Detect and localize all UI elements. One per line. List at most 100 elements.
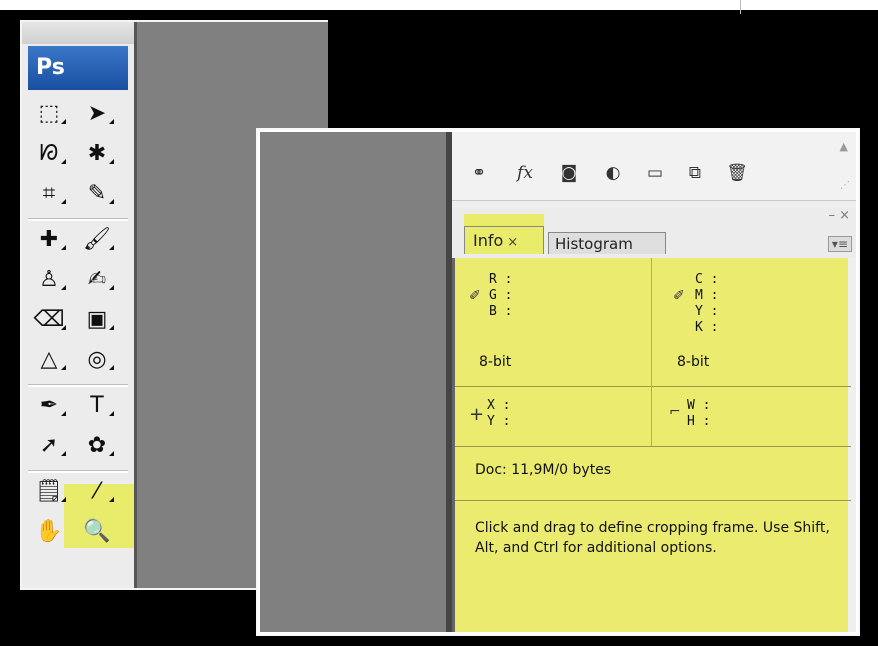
blur-tool-icon[interactable]: △ — [30, 342, 68, 376]
flyout-indicator — [109, 451, 114, 456]
eyedropper-cmyk-icon: ✐ — [673, 288, 685, 304]
eyedropper-rgb-icon: ✐ — [469, 288, 481, 304]
top-divider — [740, 0, 741, 14]
new-layer-icon[interactable]: ⧉ — [680, 162, 710, 184]
flyout-indicator — [61, 119, 66, 124]
pen-tool-icon[interactable]: ✒ — [30, 388, 68, 422]
close-icon[interactable]: × — [507, 235, 518, 250]
info-panel-header: Info × Histogram – × ▾≡ — [452, 208, 856, 258]
custom-shape-tool-icon[interactable]: ✿ — [78, 428, 116, 462]
flyout-indicator — [109, 199, 114, 204]
brush-tool-icon[interactable]: 🖌 — [78, 222, 116, 256]
doc-size-status: Doc: 11,9M/0 bytes — [475, 462, 612, 478]
hand-tool-icon[interactable]: ✋ — [30, 514, 68, 548]
crop-tool-icon[interactable]: ⌗ — [30, 176, 68, 210]
flyout-indicator — [109, 119, 114, 124]
info-panel-body: ✐ R : G : B : 8-bit ✐ C : M : Y : K : 8-… — [452, 258, 851, 632]
type-tool-icon[interactable]: T — [78, 388, 116, 422]
panel-dock: ▲ ⚭ fx ◙ ◐ ▭ ⧉ 🗑 ⋰ Info × Histogram – × ▾≡ ✐ R … — [452, 132, 856, 632]
eyedropper-tool-glyph: ⁄ — [95, 478, 99, 504]
tool-separator — [28, 470, 128, 473]
flyout-indicator — [109, 159, 114, 164]
notes-tool-icon[interactable]: 🗒 — [30, 474, 68, 508]
new-group-icon[interactable]: ▭ — [640, 162, 670, 184]
gradient-tool-icon[interactable]: ▣ — [78, 302, 116, 336]
blur-tool-glyph: △ — [40, 346, 58, 372]
window-controls[interactable]: – × — [828, 208, 850, 223]
slice-tool-glyph: ✎ — [87, 180, 107, 206]
flyout-indicator — [61, 497, 66, 502]
eyedropper-tool-icon[interactable]: ⁄ — [78, 474, 116, 508]
m-label: M : — [695, 288, 719, 303]
clone-stamp-tool-glyph: ♙ — [39, 266, 59, 292]
flyout-indicator — [61, 365, 66, 370]
path-selection-tool-glyph: ➚ — [39, 432, 59, 458]
magic-wand-tool-icon[interactable]: ✱ — [78, 136, 116, 170]
y-label: Y : — [695, 304, 719, 319]
w-label: W : — [687, 398, 711, 413]
divider — [651, 386, 652, 446]
layer-mask-icon[interactable]: ◙ — [554, 162, 584, 184]
flyout-indicator — [61, 325, 66, 330]
hand-tool-glyph: ✋ — [35, 518, 63, 544]
zoom-tool-icon[interactable]: 🔍 — [78, 514, 116, 548]
path-selection-tool-icon[interactable]: ➚ — [30, 428, 68, 462]
flyout-indicator — [109, 497, 114, 502]
move-tool-icon[interactable]: ➤ — [78, 96, 116, 130]
flyout-indicator — [61, 159, 66, 164]
type-tool-glyph: T — [90, 392, 104, 418]
tool-hint: Click and drag to define cropping frame.… — [475, 520, 830, 556]
move-tool-glyph: ➤ — [87, 100, 107, 126]
document-canvas-2[interactable] — [260, 132, 452, 632]
panel-menu-icon[interactable]: ▾≡ — [827, 236, 852, 252]
h-label: H : — [687, 414, 711, 429]
trash-icon[interactable]: 🗑 — [722, 162, 752, 184]
notes-tool-glyph: 🗒 — [35, 478, 63, 504]
tab-info-label: Info — [473, 231, 504, 250]
link-layers-icon[interactable]: ⚭ — [464, 162, 494, 184]
flyout-indicator — [109, 325, 114, 330]
r-label: R : — [489, 272, 513, 287]
crop-tool-glyph: ⌗ — [42, 180, 56, 206]
marquee-tool-icon[interactable]: ⬚ — [30, 96, 68, 130]
eraser-tool-icon[interactable]: ⌫ — [30, 302, 68, 336]
top-margin — [0, 0, 878, 10]
b-label: B : — [489, 304, 513, 319]
dodge-tool-icon[interactable]: ◎ — [78, 342, 116, 376]
flyout-indicator — [61, 245, 66, 250]
scroll-up-icon[interactable]: ▲ — [840, 140, 848, 153]
history-brush-tool-glyph: ✍ — [87, 266, 107, 292]
healing-brush-tool-icon[interactable]: ✚ — [30, 222, 68, 256]
tab-histogram[interactable]: Histogram — [548, 232, 666, 254]
tools-panel-grip[interactable] — [22, 22, 134, 44]
tab-info[interactable]: Info × — [464, 226, 544, 254]
flyout-indicator — [109, 365, 114, 370]
history-brush-tool-icon[interactable]: ✍ — [78, 262, 116, 296]
flyout-indicator — [109, 245, 114, 250]
magic-wand-tool-glyph: ✱ — [87, 140, 107, 166]
k-label: K : — [695, 320, 719, 335]
dodge-tool-glyph: ◎ — [87, 346, 107, 372]
slice-tool-icon[interactable]: ✎ — [78, 176, 116, 210]
zoom-tool-glyph: 🔍 — [83, 518, 111, 544]
ps-logo[interactable]: Ps — [28, 46, 128, 90]
flyout-indicator — [61, 199, 66, 204]
clone-stamp-tool-icon[interactable]: ♙ — [30, 262, 68, 296]
position-readout: + X : Y : ⌐ W : H : — [455, 386, 851, 447]
y-pos-label: Y : — [487, 414, 511, 429]
flyout-indicator — [61, 411, 66, 416]
resize-grip-icon[interactable]: ⋰ — [840, 180, 850, 191]
gradient-tool-glyph: ▣ — [86, 306, 108, 332]
flyout-indicator — [61, 451, 66, 456]
lasso-tool-icon[interactable]: ᘗ — [30, 136, 68, 170]
layers-toolbar: ▲ ⚭ fx ◙ ◐ ▭ ⧉ 🗑 ⋰ — [452, 132, 856, 201]
x-label: X : — [487, 398, 511, 413]
tool-separator — [28, 218, 128, 221]
rgb-depth: 8-bit — [479, 354, 512, 370]
color-readout: ✐ R : G : B : 8-bit ✐ C : M : Y : K : 8-… — [455, 258, 851, 387]
marquee-tool-glyph: ⬚ — [38, 100, 60, 126]
adjustment-layer-icon[interactable]: ◐ — [598, 162, 628, 184]
flyout-indicator — [109, 411, 114, 416]
healing-brush-tool-glyph: ✚ — [39, 226, 59, 252]
fx-icon[interactable]: fx — [510, 162, 540, 184]
